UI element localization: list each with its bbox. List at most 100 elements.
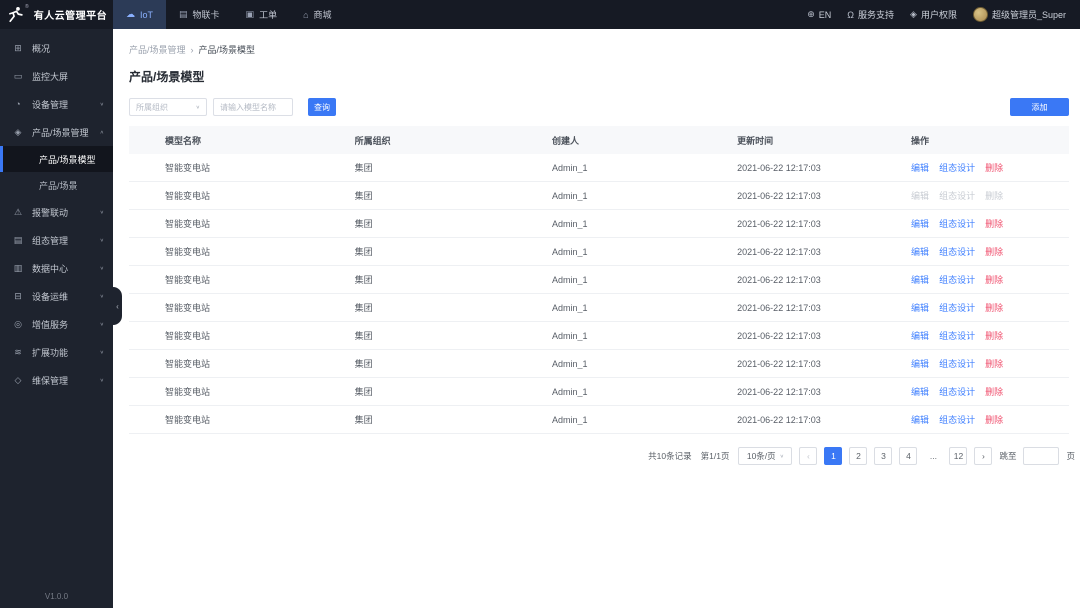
scada-design-link[interactable]: 组态设计	[939, 301, 975, 314]
delete-link[interactable]: 删除	[985, 357, 1003, 370]
edit-link[interactable]: 编辑	[911, 413, 929, 426]
sidebar-menu: ⊞ 概况 ▭ 监控大屏 ◔ 设备管理 ∨ ◈ 产品/场景管理 ∧ 产品/场景模型产品/场景 ⚠ 报警联动…	[0, 29, 113, 394]
scada-design-link[interactable]: 组态设计	[939, 245, 975, 258]
add-button[interactable]: 添加	[1010, 98, 1069, 116]
cell-updated: 2021-06-22 12:17:03	[737, 162, 821, 173]
sidebar-item-alarm-linkage[interactable]: ⚠ 报警联动 ∨	[0, 198, 113, 226]
cell-model-name: 智能变电站	[165, 247, 211, 257]
sidebar-item-scada-manage[interactable]: ▤ 组态管理 ∨	[0, 226, 113, 254]
cell-creator: Admin_1	[551, 274, 588, 285]
work-order-icon: ▣	[245, 9, 255, 19]
delete-link[interactable]: 删除	[985, 217, 1003, 230]
edit-link[interactable]: 编辑	[911, 161, 929, 174]
top-nav-workorder[interactable]: ▣ 工单	[233, 0, 291, 29]
filter-toolbar: 所属组织 ∨ 查询 添加	[129, 98, 1069, 116]
page-size-value: 10条/页	[746, 451, 776, 461]
edit-link[interactable]: 编辑	[911, 301, 929, 314]
delete-link[interactable]: 删除	[985, 385, 1003, 398]
edit-link[interactable]: 编辑	[911, 357, 929, 370]
delete-link[interactable]: 删除	[985, 161, 1003, 174]
topbar-right: ⊕ EN Ω 服务支持 ◈ 用户权限 超级管理员_Super	[807, 7, 1080, 22]
page-size-select[interactable]: 10条/页 ∨	[738, 447, 793, 465]
page-button-2[interactable]: 2	[849, 447, 868, 465]
sidebar-subitem-product-scene-model[interactable]: 产品/场景模型	[0, 146, 113, 172]
model-table: 模型名称 所属组织 创建人 更新时间 操作 智能变电站 集团 Admin_1 2021-06-…	[129, 126, 1069, 434]
scada-design-link[interactable]: 组态设计	[939, 357, 975, 370]
username-label: 超级管理员_Super	[991, 10, 1066, 20]
sidebar-item-device-manage-label: 设备管理	[32, 99, 69, 110]
service-support[interactable]: Ω 服务支持	[847, 8, 894, 21]
delete-link[interactable]: 删除	[985, 413, 1003, 426]
table-row: 智能变电站 集团 Admin_1 2021-06-22 12:17:03 编辑 组态设计删…	[129, 238, 1069, 266]
shield-icon: ◈	[910, 9, 917, 19]
sidebar-item-data-center[interactable]: ▥ 数据中心 ∨	[0, 254, 113, 282]
sidebar-item-data-center-label: 数据中心	[32, 263, 69, 274]
sidebar-item-extend-func[interactable]: ≋ 扩展功能 ∨	[0, 338, 113, 366]
sidebar-item-value-added[interactable]: ◎ 增值服务 ∨	[0, 310, 113, 338]
scada-design-link[interactable]: 组态设计	[939, 413, 975, 426]
scada-design-link[interactable]: 组态设计	[939, 161, 975, 174]
cell-updated: 2021-06-22 12:17:03	[737, 386, 821, 397]
top-nav-mall-label: 商城	[313, 10, 332, 20]
scada-design-link[interactable]: 组态设计	[939, 385, 975, 398]
top-nav-sim[interactable]: ▤ 物联卡	[166, 0, 233, 29]
sidebar-item-monitor-screen[interactable]: ▭ 监控大屏	[0, 62, 113, 90]
sidebar-collapse-handle[interactable]: ‹	[113, 287, 122, 325]
sidebar-item-product-scene-manage[interactable]: ◈ 产品/场景管理 ∧	[0, 118, 113, 146]
sidebar-item-device-ops[interactable]: ⊟ 设备运维 ∨	[0, 282, 113, 310]
org-select[interactable]: 所属组织 ∨	[129, 98, 207, 116]
service-support-label: 服务支持	[858, 10, 895, 20]
sidebar-subitem-product-scene-label: 产品/场景	[39, 180, 78, 191]
version-label: V1.0.0	[44, 592, 69, 601]
edit-link[interactable]: 编辑	[911, 385, 929, 398]
edit-link[interactable]: 编辑	[911, 217, 929, 230]
delete-link[interactable]: 删除	[985, 245, 1003, 258]
model-name-input[interactable]	[213, 98, 293, 116]
page-button-3[interactable]: 3	[874, 447, 893, 465]
breadcrumb-parent[interactable]: 产品/场景管理	[129, 43, 186, 56]
cell-model-name: 智能变电站	[165, 163, 211, 173]
row-actions: 编辑 组态设计 删除	[911, 385, 1069, 398]
sidebar-item-overview[interactable]: ⊞ 概况	[0, 34, 113, 62]
edit-link[interactable]: 编辑	[911, 273, 929, 286]
page-title: 产品/场景模型	[129, 70, 205, 84]
page-button-1[interactable]: 1	[824, 447, 843, 465]
edit-link: 编辑	[911, 191, 930, 201]
sidebar-item-extend-func-label: 扩展功能	[32, 347, 69, 358]
cell-model-name: 智能变电站	[165, 275, 211, 285]
search-button[interactable]: 查询	[308, 98, 336, 116]
scada-design-link[interactable]: 组态设计	[939, 273, 975, 286]
sidebar-subitem-product-scene[interactable]: 产品/场景	[0, 172, 113, 198]
language-switch[interactable]: ⊕ EN	[807, 9, 831, 20]
page-count-label: 第1/1页	[700, 451, 730, 461]
jump-page-input[interactable]	[1023, 447, 1060, 465]
delete-link[interactable]: 删除	[985, 273, 1003, 286]
prev-page-button[interactable]: ‹	[799, 447, 818, 465]
cell-model-name: 智能变电站	[165, 359, 211, 369]
sidebar-item-device-manage[interactable]: ◔ 设备管理 ∨	[0, 90, 113, 118]
cell-model-name: 智能变电站	[165, 387, 211, 397]
sidebar-item-maintenance[interactable]: ◇ 维保管理 ∨	[0, 366, 113, 394]
column-header-0: 模型名称	[165, 135, 202, 146]
edit-link[interactable]: 编辑	[911, 245, 929, 258]
user-menu[interactable]: 超级管理员_Super	[972, 7, 1066, 22]
page-button-4[interactable]: 4	[899, 447, 918, 465]
cell-updated: 2021-06-22 12:17:03	[737, 302, 821, 313]
cell-org: 集团	[354, 191, 373, 201]
app-logo[interactable]: ® 有人云管理平台	[0, 0, 113, 29]
edit-link[interactable]: 编辑	[911, 329, 929, 342]
row-actions: 编辑 组态设计 删除	[911, 357, 1069, 370]
scada-design-link[interactable]: 组态设计	[939, 329, 975, 342]
top-nav-iot[interactable]: ☁ IoT	[113, 0, 167, 29]
table-row: 智能变电站 集团 Admin_1 2021-06-22 12:17:03 编辑 组态设计删…	[129, 406, 1069, 434]
next-page-button[interactable]: ›	[974, 447, 993, 465]
delete-link[interactable]: 删除	[985, 329, 1003, 342]
chevron-up-icon: ∧	[99, 130, 104, 135]
page-button-12[interactable]: 12	[949, 447, 968, 465]
user-permission[interactable]: ◈ 用户权限	[910, 8, 957, 21]
row-actions: 编辑 组态设计 删除	[911, 245, 1069, 258]
scada-design-link[interactable]: 组态设计	[939, 217, 975, 230]
top-nav-mall[interactable]: ⌂ 商城	[290, 0, 344, 29]
delete-link[interactable]: 删除	[985, 301, 1003, 314]
sidebar-item-alarm-linkage-label: 报警联动	[32, 207, 69, 218]
